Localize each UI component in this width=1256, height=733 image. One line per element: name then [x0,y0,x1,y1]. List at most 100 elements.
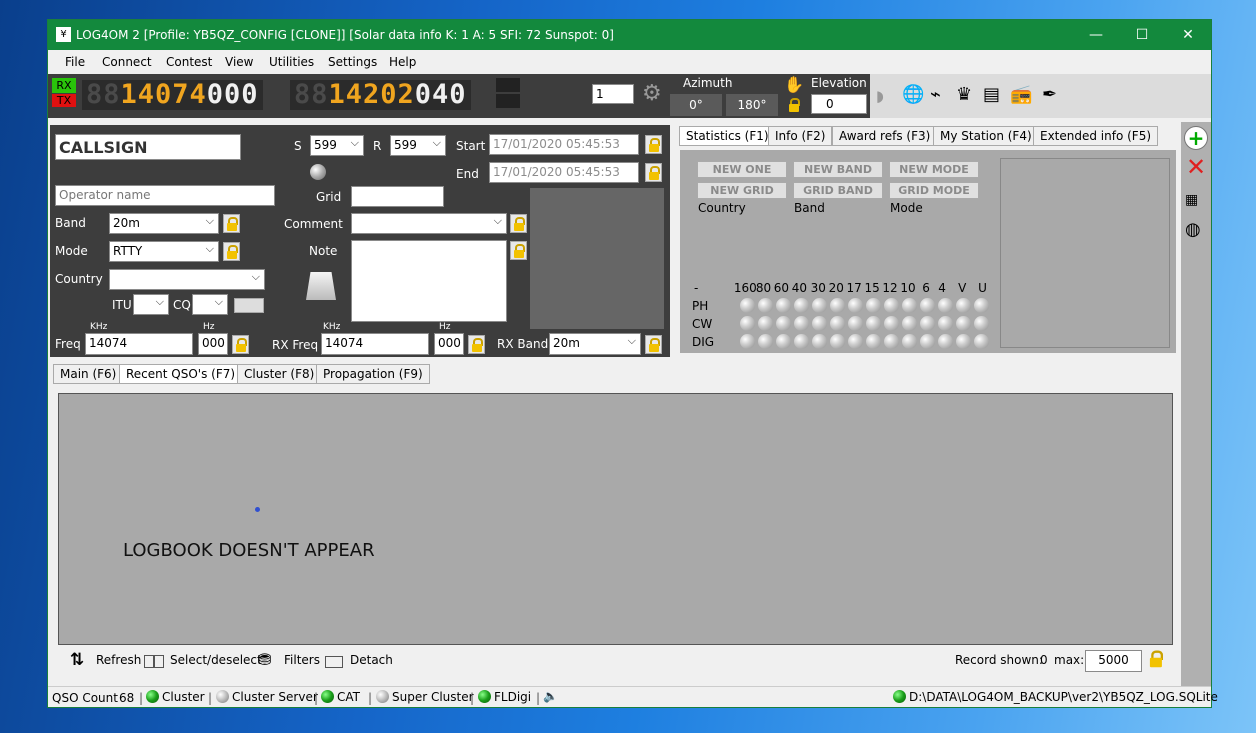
mode-row-label: PH [692,298,709,313]
delete-qso-icon[interactable]: ✕ [1184,155,1208,179]
grid-mode-button[interactable]: GRID MODE [889,182,979,199]
mode-lock-icon[interactable] [223,242,240,261]
detach-icon[interactable] [325,656,343,668]
filters-button[interactable]: Filters [284,653,320,667]
grid-input[interactable] [351,186,444,207]
new-grid-button[interactable]: NEW GRID [697,182,787,199]
band-led [848,316,863,331]
end-time-input[interactable]: 17/01/2020 05:45:53 [489,162,639,183]
server-icon[interactable]: ▤ [983,85,1000,105]
new-one-button[interactable]: NEW ONE [697,161,787,178]
devices-icon[interactable]: ▦ [1185,190,1198,210]
cat-status[interactable]: CAT [321,690,360,704]
menu-contest[interactable]: Contest [166,55,212,69]
callsign-input[interactable]: CALLSIGN [55,134,241,160]
menu-view[interactable]: View [225,55,253,69]
menu-utilities[interactable]: Utilities [269,55,314,69]
status-separator: | [139,691,144,705]
database-path[interactable]: D:\DATA\LOG4OM_BACKUP\ver2\YB5QZ_LOG.SQL… [893,690,1218,704]
antenna-icon[interactable]: ⌁ [930,85,941,105]
azimuth-180-button[interactable]: 180° [726,94,778,116]
rxfreq-khz-input[interactable]: 14074 [321,333,429,355]
cluster-server-status[interactable]: Cluster Server [216,690,318,704]
new-mode-button[interactable]: NEW MODE [889,161,979,178]
add-qso-icon[interactable]: + [1184,126,1208,150]
mode-select[interactable]: RTTY [109,241,219,262]
start-lock-icon[interactable] [645,135,662,154]
rotator-lock-icon[interactable] [786,96,803,115]
tab-recent-qsos[interactable]: Recent QSO's (F7) [119,364,243,384]
status-separator: | [314,691,319,705]
freq-khz-input[interactable]: 14074 [85,333,193,355]
select-icon[interactable] [144,655,164,668]
super-cluster-status[interactable]: Super Cluster [376,690,474,704]
cq-select[interactable] [192,294,228,315]
operator-name-input[interactable]: Operator name [55,185,275,206]
note-textarea[interactable] [351,240,507,322]
maximize-button[interactable]: ☐ [1119,20,1165,50]
tab-award-refs[interactable]: Award refs (F3) [832,126,938,146]
tab-cluster[interactable]: Cluster (F8) [237,364,322,384]
tab-statistics[interactable]: Statistics (F1) [679,126,776,146]
photo-placeholder [530,188,664,329]
gear-icon[interactable]: ⚙ [642,83,662,105]
tab-extended-info[interactable]: Extended info (F5) [1033,126,1159,146]
fldigi-status[interactable]: FLDigi [478,690,531,704]
notebook-icon[interactable] [306,272,336,300]
world-icon[interactable]: ◍ [1185,220,1201,240]
rxfreq-hz-input[interactable]: 000 [434,333,464,355]
comment-lock-icon[interactable] [510,214,527,233]
globe-icon[interactable]: 🌐 [902,85,924,105]
freq-lock-icon[interactable] [232,335,249,354]
pen-icon[interactable]: ✒ [1042,85,1057,105]
freq-hz-input[interactable]: 000 [198,333,228,355]
tab-my-station[interactable]: My Station (F4) [933,126,1039,146]
start-time-input[interactable]: 17/01/2020 05:45:53 [489,134,639,155]
vfo-stepper[interactable]: 1 [592,84,634,104]
elevation-input[interactable]: 0 [811,94,867,114]
note-lock-icon[interactable] [510,241,527,260]
filters-icon[interactable]: ⛃ [258,650,271,670]
menu-file[interactable]: File [65,55,85,69]
radio-icon[interactable]: 📻 [1010,85,1032,105]
max-records-input[interactable]: 5000 [1085,650,1142,672]
max-records-lock-icon[interactable] [1146,648,1166,671]
rst-received-select[interactable]: 599 [390,135,446,156]
rst-sent-select[interactable]: 599 [310,135,364,156]
crown-icon[interactable]: ♛ [956,85,972,105]
band-lock-icon[interactable] [223,214,240,233]
menu-bar: File Connect Contest View Utilities Sett… [48,50,1211,74]
tab-main[interactable]: Main (F6) [53,364,124,384]
new-band-button[interactable]: NEW BAND [793,161,883,178]
tab-propagation[interactable]: Propagation (F9) [316,364,430,384]
minimize-button[interactable]: — [1073,20,1119,50]
stop-hand-icon[interactable]: ✋ [784,75,804,95]
menu-help[interactable]: Help [389,55,416,69]
continent-field[interactable] [234,298,264,313]
country-select[interactable] [109,269,265,290]
detach-button[interactable]: Detach [350,653,393,667]
cluster-status[interactable]: Cluster [146,690,205,704]
comment-select[interactable] [351,213,507,234]
band-led [956,316,971,331]
band-select[interactable]: 20m [109,213,219,234]
rxband-lock-icon[interactable] [645,335,662,354]
menu-settings[interactable]: Settings [328,55,377,69]
refresh-icon[interactable]: ⇅ [70,650,84,670]
speaker-icon[interactable]: 🔈 [543,689,558,703]
refresh-button[interactable]: Refresh [96,653,141,667]
signal-icon[interactable]: ◗ [876,86,884,106]
logbook-grid[interactable] [58,393,1173,645]
menu-connect[interactable]: Connect [102,55,152,69]
rxfreq-lock-icon[interactable] [468,335,485,354]
band-led [776,334,791,349]
azimuth-0-button[interactable]: 0° [670,94,722,116]
grid-band-button[interactable]: GRID BAND [793,182,883,199]
select-deselect-button[interactable]: Select/deselect [170,653,262,667]
tab-info[interactable]: Info (F2) [768,126,833,146]
close-button[interactable]: ✕ [1165,20,1211,50]
rxband-select[interactable]: 20m [549,333,641,355]
itu-select[interactable] [133,294,169,315]
elevation-label: Elevation [811,76,867,90]
end-lock-icon[interactable] [645,163,662,182]
